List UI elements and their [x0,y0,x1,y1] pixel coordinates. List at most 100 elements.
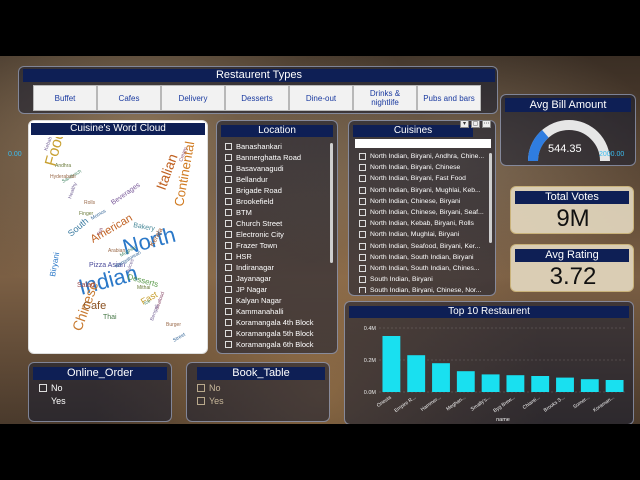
checkbox[interactable] [225,253,232,260]
list-item[interactable]: Banashankari [225,141,333,152]
bar[interactable] [580,379,599,392]
checkbox[interactable] [359,164,366,172]
list-item[interactable]: Bannerghatta Road [225,152,333,163]
checkbox[interactable] [225,187,232,194]
checkbox[interactable] [225,209,232,216]
list-item[interactable]: Koramangala 7th Block [225,350,333,351]
checkbox[interactable] [225,242,232,249]
online-order-option-no[interactable]: No [39,383,63,393]
list-item[interactable]: South Indian, Biryani, Chinese, Nor... [359,285,491,293]
restaurant-type-button[interactable]: Cafes [97,85,161,111]
bar[interactable] [481,374,500,392]
filter-icon[interactable]: ▾ [460,120,469,128]
checkbox[interactable] [359,220,366,228]
bar[interactable] [605,380,624,392]
location-scrollbar[interactable] [330,143,333,263]
bar[interactable] [407,355,426,392]
list-item[interactable]: North Indian, South Indian, Chines... [359,263,491,274]
list-item[interactable]: Brookefield [225,196,333,207]
list-item[interactable]: Indiranagar [225,262,333,273]
list-item[interactable]: HSR [225,251,333,262]
checkbox[interactable] [359,253,366,261]
restaurant-type-button[interactable]: Pubs and bars [417,85,481,111]
list-item[interactable]: North Indian, Chinese, Biryani [359,196,491,207]
checkbox[interactable] [225,297,232,304]
total-votes-value: 9M [556,205,590,232]
restaurant-type-button[interactable]: Buffet [33,85,97,111]
list-item[interactable]: North Indian, Biryani, Chinese [359,162,491,173]
checkbox[interactable] [359,264,366,272]
checkbox[interactable] [197,384,205,392]
restaurant-type-button[interactable]: Desserts [225,85,289,111]
restaurant-type-button[interactable]: Drinks & nightlife [353,85,417,111]
checkbox[interactable] [225,143,232,150]
list-item[interactable]: North Indian, Seafood, Biryani, Ker... [359,241,491,252]
checkbox[interactable] [359,153,366,161]
checkbox[interactable] [225,286,232,293]
checkbox[interactable] [359,287,366,293]
gauge-value-label: 544.35 [548,143,582,155]
checkbox[interactable] [39,384,47,392]
checkbox[interactable] [225,165,232,172]
checkbox[interactable] [225,231,232,238]
checkbox[interactable] [225,198,232,205]
checkbox[interactable] [225,154,232,161]
list-item[interactable]: BTM [225,207,333,218]
y-tick-label: 0.4M [364,326,377,332]
checkbox[interactable] [225,341,232,348]
list-item[interactable]: Bellandur [225,174,333,185]
list-item[interactable]: North Indian, Biryani, Andhra, Chine... [359,151,491,162]
checkbox[interactable] [225,275,232,282]
checkbox[interactable] [39,397,47,405]
checkbox[interactable] [359,209,366,217]
y-tick-label: 0.2M [364,358,377,364]
list-item[interactable]: North Indian, South Indian, Biryani [359,252,491,263]
checkbox[interactable] [197,397,205,405]
list-item[interactable]: Koramangala 5th Block [225,328,333,339]
list-item[interactable]: Church Street [225,218,333,229]
checkbox[interactable] [225,308,232,315]
list-item[interactable]: Frazer Town [225,240,333,251]
checkbox[interactable] [359,175,366,183]
bar[interactable] [382,336,401,392]
checkbox[interactable] [359,276,366,284]
list-item[interactable]: Koramangala 6th Block [225,339,333,350]
checkbox[interactable] [225,319,232,326]
list-item[interactable]: North Indian, Mughlai, Biryani [359,229,491,240]
checkbox[interactable] [225,176,232,183]
online-order-option-yes[interactable]: Yes [39,396,66,406]
list-item[interactable]: North Indian, Chinese, Biryani, Seaf... [359,207,491,218]
restaurant-type-button[interactable]: Delivery [161,85,225,111]
cuisines-search-input[interactable] [355,139,491,148]
bar[interactable] [556,377,574,392]
list-item[interactable]: Brigade Road [225,185,333,196]
list-item[interactable]: Kalyan Nagar [225,295,333,306]
focus-mode-icon[interactable]: ▢ [471,120,480,128]
list-item[interactable]: Koramangala 4th Block [225,317,333,328]
list-item[interactable]: Basavanagudi [225,163,333,174]
checkbox[interactable] [359,231,366,239]
book-table-option-no[interactable]: No [197,383,221,393]
bar[interactable] [531,376,550,392]
list-item[interactable]: North Indian, Biryani, Mughlai, Keb... [359,185,491,196]
list-item[interactable]: North Indian, Kebab, Biryani, Rolls [359,218,491,229]
bar[interactable] [456,371,475,392]
bar[interactable] [506,375,525,392]
checkbox[interactable] [359,242,366,250]
list-item[interactable]: Kammanahalli [225,306,333,317]
book-table-option-yes[interactable]: Yes [197,396,224,406]
list-item[interactable]: Electronic City [225,229,333,240]
cuisines-scrollbar[interactable] [489,153,492,243]
bar[interactable] [432,363,450,392]
checkbox[interactable] [225,220,232,227]
list-item[interactable]: North Indian, Biryani, Fast Food [359,173,491,184]
list-item[interactable]: JP Nagar [225,284,333,295]
checkbox[interactable] [359,197,366,205]
more-options-icon[interactable]: ⋯ [482,120,491,128]
restaurant-type-button[interactable]: Dine-out [289,85,353,111]
list-item[interactable]: South Indian, Biryani [359,274,491,285]
checkbox[interactable] [225,264,232,271]
list-item[interactable]: Jayanagar [225,273,333,284]
checkbox[interactable] [225,330,232,337]
checkbox[interactable] [359,186,366,194]
